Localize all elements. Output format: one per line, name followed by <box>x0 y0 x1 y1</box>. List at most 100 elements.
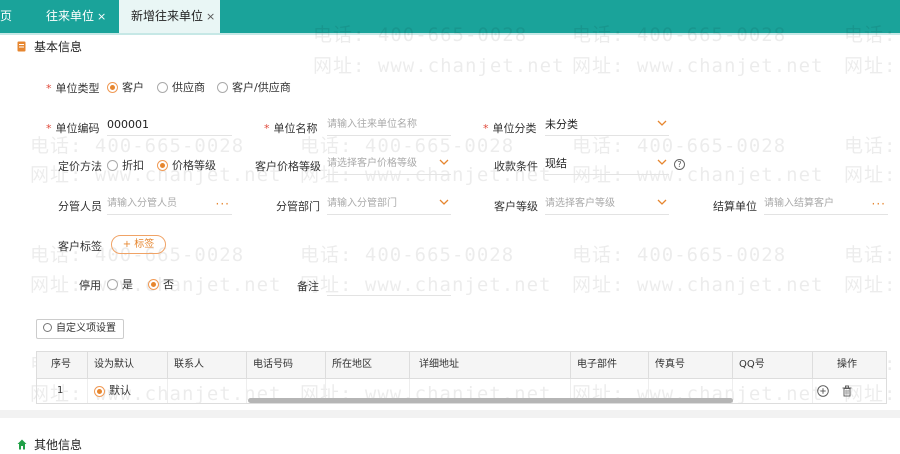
department-select[interactable]: 请输入分管部门 <box>327 195 451 215</box>
document-icon <box>17 41 26 52</box>
radio-customer[interactable]: 客户 <box>107 79 144 95</box>
customer-level-placeholder: 请选择客户等级 <box>545 198 615 209</box>
add-tag-button[interactable]: + 标签 <box>111 235 166 254</box>
radio-dot <box>107 81 118 93</box>
radio-discount-label: 折扣 <box>122 159 144 172</box>
settlement-unit-label: 结算单位 <box>713 200 757 213</box>
row-index: 1 <box>37 379 88 403</box>
section-title: 其他信息 <box>34 438 83 452</box>
horizontal-scrollbar[interactable] <box>248 398 733 403</box>
department-label: 分管部门 <box>276 200 320 213</box>
unit-name-label-text: 单位名称 <box>273 122 318 135</box>
required-mark: * <box>264 122 270 135</box>
unit-code-value: 000001 <box>107 118 149 131</box>
remark-label: 备注 <box>297 280 319 293</box>
section-basic-info: 基本信息 <box>17 38 82 55</box>
help-icon[interactable]: ? <box>674 159 685 170</box>
custom-fields-button[interactable]: 自定义项设置 <box>36 319 124 339</box>
tab-new-unit-label: 新增往来单位 <box>131 9 204 23</box>
tab-new-unit[interactable]: 新增往来单位 × <box>119 0 220 33</box>
salesperson-label: 分管人员 <box>58 200 102 213</box>
close-icon[interactable]: × <box>97 10 106 23</box>
settlement-unit-input[interactable]: 请输入结算客户 ··· <box>764 195 888 215</box>
more-icon[interactable]: ··· <box>872 195 886 213</box>
unit-category-label-text: 单位分类 <box>492 122 537 135</box>
column-header: QQ号 <box>733 352 813 378</box>
unit-code-field[interactable]: 000001 <box>107 116 232 136</box>
column-header: 所在地区 <box>326 352 410 378</box>
chevron-down-icon <box>439 159 449 165</box>
contact-cell[interactable] <box>168 379 247 403</box>
close-icon[interactable]: × <box>206 10 215 23</box>
radio-price-level[interactable]: 价格等级 <box>157 157 216 173</box>
price-level-placeholder: 请选择客户价格等级 <box>327 158 417 169</box>
gear-icon <box>43 323 52 332</box>
more-icon[interactable]: ··· <box>216 195 230 213</box>
unit-category-value: 未分类 <box>545 118 578 131</box>
chevron-down-icon <box>657 159 667 165</box>
default-radio-cell[interactable]: 默认 <box>88 379 168 403</box>
unit-category-select[interactable]: 未分类 <box>545 116 669 136</box>
required-mark: * <box>483 122 489 135</box>
payment-terms-value: 现结 <box>545 157 567 170</box>
column-header: 传真号 <box>649 352 733 378</box>
customer-tag-label: 客户标签 <box>58 240 102 253</box>
customer-level-select[interactable]: 请选择客户等级 <box>545 195 669 215</box>
add-row-icon[interactable] <box>817 385 829 397</box>
column-header: 设为默认 <box>88 352 168 378</box>
tab-home[interactable]: 页 <box>0 0 12 33</box>
unit-code-label-text: 单位编码 <box>55 122 100 135</box>
tab-bar: 页 往来单位 × 新增往来单位 × <box>0 0 900 33</box>
section-divider <box>0 410 900 418</box>
radio-dot <box>157 81 168 93</box>
watermark-site: 网址: www.chanjet.net <box>844 274 900 296</box>
payment-terms-label: 收款条件 <box>494 160 538 173</box>
tab-divider <box>0 33 900 35</box>
tab-home-label: 页 <box>0 9 13 23</box>
unit-name-label: * 单位名称 <box>264 120 318 136</box>
radio-customer-supplier-label: 客户/供应商 <box>232 81 291 94</box>
tab-units-label: 往来单位 <box>46 9 95 23</box>
radio-discount[interactable]: 折扣 <box>107 157 144 173</box>
trash-icon[interactable] <box>841 385 853 397</box>
radio-dot <box>94 385 105 397</box>
radio-disabled-no[interactable]: 否 <box>148 276 174 292</box>
price-level-label: 客户价格等级 <box>255 160 321 173</box>
watermark-phone: 电话: 400-665-0028 <box>844 135 900 157</box>
radio-supplier-label: 供应商 <box>172 81 205 94</box>
chevron-down-icon <box>439 199 449 205</box>
radio-disabled-yes[interactable]: 是 <box>107 276 133 292</box>
watermark-phone: 电话: 400-665-0028 <box>572 244 787 266</box>
watermark-phone: 电话: 400-665-0028 <box>300 244 515 266</box>
unit-category-label: * 单位分类 <box>483 120 537 136</box>
home-icon <box>17 439 27 450</box>
watermark-site: 网址: www.chanjet.net <box>572 55 824 77</box>
watermark-site: 网址: www.chanjet.net <box>844 55 900 77</box>
remark-input[interactable] <box>327 276 451 296</box>
radio-dot <box>217 81 228 93</box>
radio-no-label: 否 <box>163 278 174 291</box>
unit-name-placeholder: 请输入往来单位名称 <box>327 119 417 130</box>
section-other-info[interactable]: 其他信息 <box>17 436 82 453</box>
qq-cell[interactable] <box>733 379 813 403</box>
watermark-site: 网址: www.chanjet.net <box>572 274 824 296</box>
price-level-select[interactable]: 请选择客户价格等级 <box>327 155 451 175</box>
department-placeholder: 请输入分管部门 <box>327 198 397 209</box>
payment-terms-select[interactable]: 现结 <box>545 155 669 175</box>
column-header: 联系人 <box>168 352 247 378</box>
section-title: 基本信息 <box>34 40 83 54</box>
radio-supplier[interactable]: 供应商 <box>157 79 205 95</box>
radio-default[interactable]: 默认 <box>94 379 131 403</box>
column-header: 电话号码 <box>247 352 326 378</box>
unit-type-label-text: 单位类型 <box>55 82 100 95</box>
radio-dot <box>107 159 118 171</box>
radio-dot <box>148 278 159 290</box>
chevron-down-icon <box>657 120 667 126</box>
tab-units[interactable]: 往来单位 × <box>46 0 106 33</box>
unit-name-input[interactable]: 请输入往来单位名称 <box>327 116 451 136</box>
chevron-down-icon <box>657 199 667 205</box>
column-header: 详细地址 <box>410 352 571 378</box>
custom-fields-label: 自定义项设置 <box>56 323 116 334</box>
radio-customer-supplier[interactable]: 客户/供应商 <box>217 79 291 95</box>
salesperson-input[interactable]: 请输入分管人员 ··· <box>107 195 232 215</box>
